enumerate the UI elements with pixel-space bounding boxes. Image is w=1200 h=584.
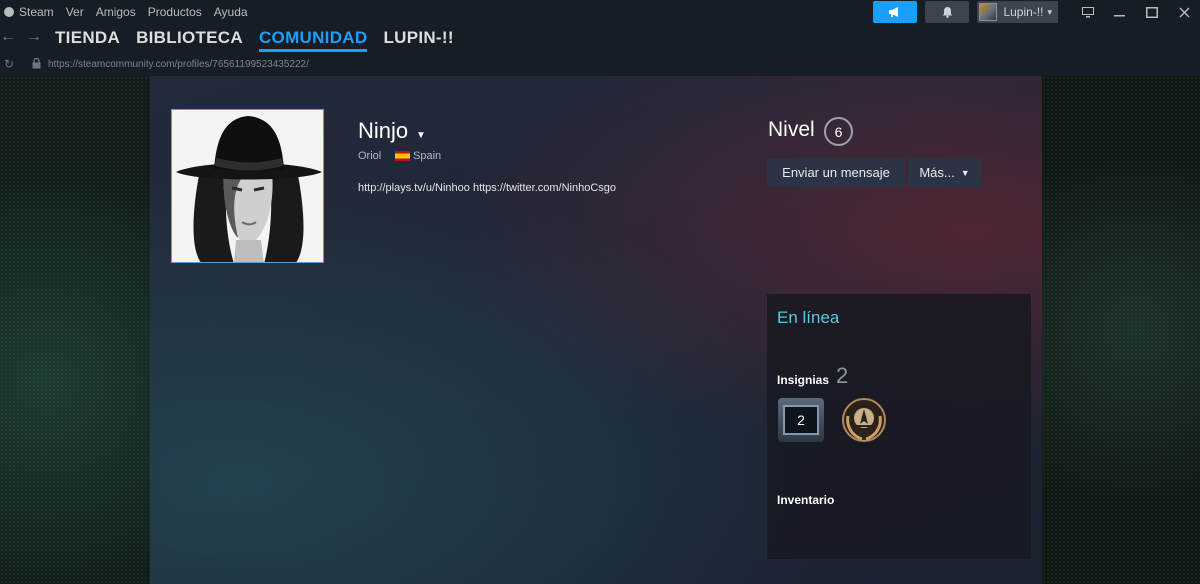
tab-profile[interactable]: LUPIN-!!	[383, 28, 453, 48]
send-message-button[interactable]: Enviar un mensaje	[767, 158, 905, 187]
profile-persona-name[interactable]: Ninjo	[358, 118, 408, 144]
close-button[interactable]	[1168, 0, 1200, 24]
reload-icon[interactable]: ↻	[4, 57, 14, 71]
tab-library[interactable]: BIBLIOTECA	[136, 28, 243, 48]
chevron-down-icon: ▼	[960, 167, 970, 178]
menu-steam[interactable]: Steam	[4, 5, 54, 19]
url-text[interactable]: https://steamcommunity.com/profiles/7656…	[48, 59, 309, 70]
megaphone-icon	[889, 7, 899, 17]
page-background-left	[0, 76, 150, 584]
chevron-down-icon: ▾	[1047, 6, 1052, 17]
menu-steam-label: Steam	[19, 5, 54, 19]
laurel-badge-icon[interactable]	[838, 396, 890, 444]
profile-summary[interactable]: http://plays.tv/u/Ninhoo https://twitter…	[358, 182, 616, 194]
years-of-service-badge[interactable]: 2	[778, 398, 824, 442]
online-status: En línea	[777, 308, 840, 327]
tab-community[interactable]: COMUNIDAD	[258, 28, 368, 52]
bell-icon	[942, 7, 953, 18]
notifications-button[interactable]	[925, 1, 970, 23]
steam-icon	[4, 7, 14, 17]
back-arrow-icon[interactable]: ←	[0, 28, 16, 46]
more-button[interactable]: Más... ▼	[908, 158, 981, 187]
years-badge-value: 2	[783, 405, 819, 435]
profile-avatar[interactable]	[171, 109, 324, 263]
avatar	[172, 110, 323, 262]
announcements-button[interactable]	[873, 1, 918, 23]
big-picture-button[interactable]	[1072, 0, 1104, 24]
monitor-icon	[1082, 6, 1094, 17]
menu-help[interactable]: Ayuda	[214, 5, 248, 19]
profile-country: Spain	[413, 150, 442, 162]
chevron-down-icon[interactable]: ▼	[416, 130, 426, 141]
minimize-icon	[1114, 15, 1125, 17]
account-name: Lupin-!!	[1003, 5, 1044, 19]
menu-bar: Steam Ver Amigos Productos Ayuda	[0, 0, 260, 24]
top-right-controls: Lupin-!! ▾	[873, 0, 1200, 24]
title-bar: Steam Ver Amigos Productos Ayuda Lupin-!…	[0, 0, 1200, 26]
forward-arrow-icon[interactable]: →	[26, 28, 42, 46]
profile-real-name: Oriol	[358, 150, 382, 162]
badges-count[interactable]: 2	[836, 363, 848, 389]
spain-flag-icon	[395, 151, 410, 161]
menu-products[interactable]: Productos	[148, 5, 202, 19]
close-icon	[1179, 7, 1189, 17]
main-tabs: TIENDA BIBLIOTECA COMUNIDAD LUPIN-!!	[55, 28, 470, 52]
lock-icon	[32, 58, 41, 69]
menu-friends[interactable]: Amigos	[96, 5, 136, 19]
tab-store[interactable]: TIENDA	[55, 28, 120, 48]
inventory-label[interactable]: Inventario	[777, 493, 834, 507]
more-label: Más...	[919, 165, 955, 180]
avatar	[979, 3, 998, 21]
badges-label[interactable]: Insignias	[777, 373, 829, 387]
maximize-icon	[1146, 6, 1158, 18]
account-menu-button[interactable]: Lupin-!! ▾	[977, 1, 1058, 23]
level-label: Nivel	[768, 118, 815, 141]
minimize-button[interactable]	[1104, 0, 1136, 24]
send-message-label: Enviar un mensaje	[782, 165, 890, 180]
page-background-right	[1042, 76, 1200, 584]
level-badge[interactable]: 6	[824, 117, 853, 146]
menu-view[interactable]: Ver	[66, 5, 84, 19]
maximize-button[interactable]	[1136, 0, 1168, 24]
